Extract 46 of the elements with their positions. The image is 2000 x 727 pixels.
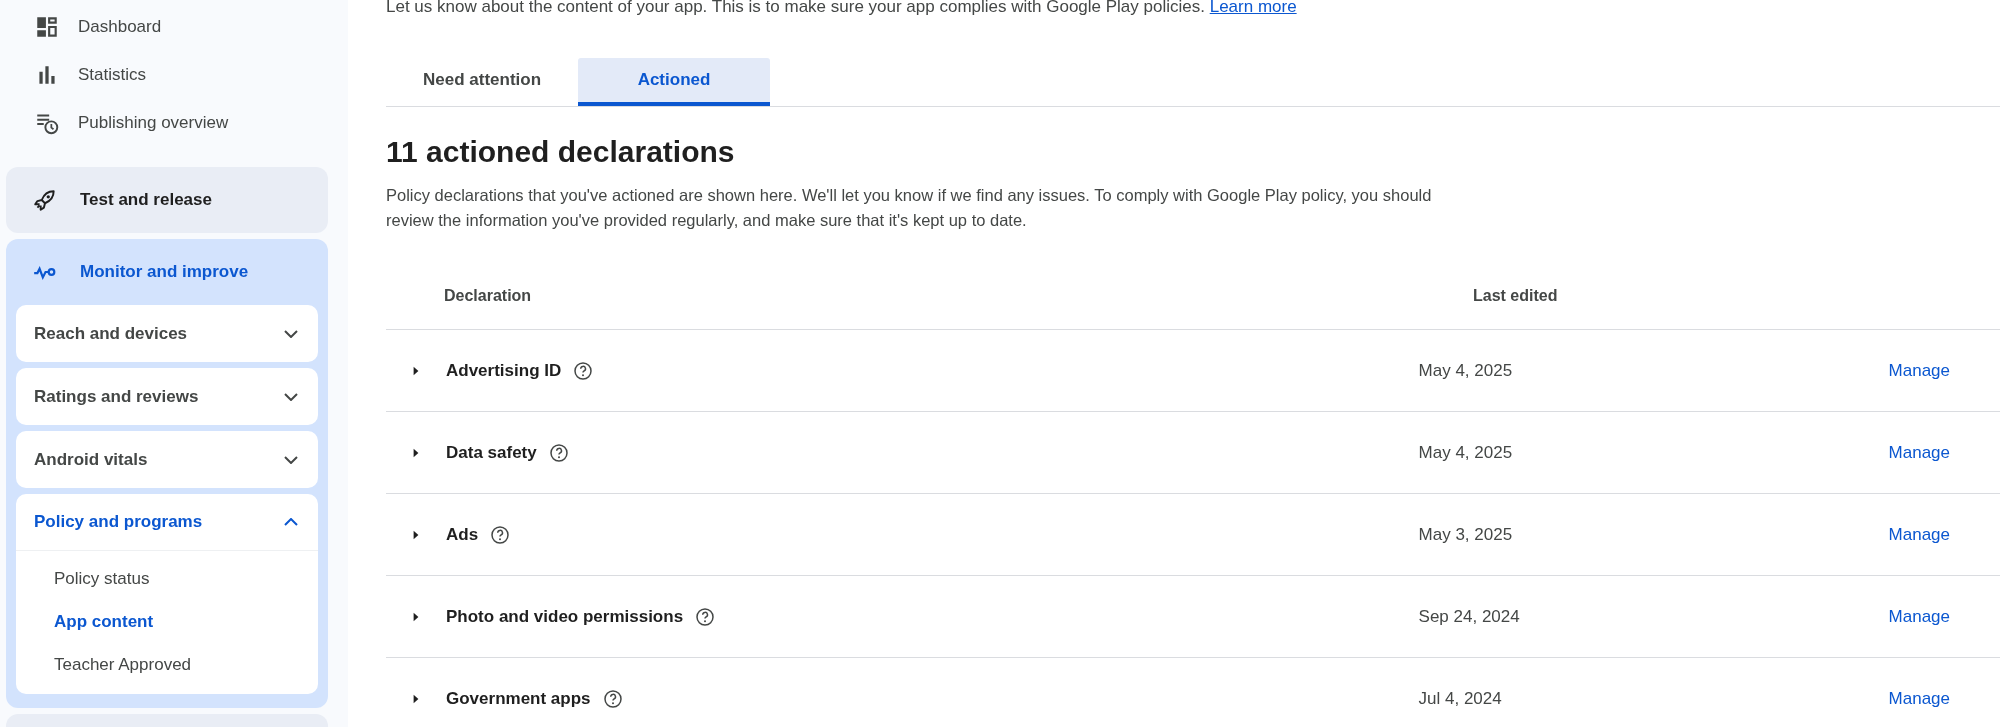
chevron-down-icon xyxy=(284,329,298,338)
nav-section-header[interactable]: Test and release xyxy=(6,167,328,233)
help-icon[interactable] xyxy=(548,442,569,463)
tab[interactable]: Need attention xyxy=(386,58,578,106)
declaration-name: Data safety xyxy=(446,442,537,463)
declaration-name: Government apps xyxy=(446,688,591,709)
help-icon[interactable] xyxy=(490,524,511,545)
declaration-name: Ads xyxy=(446,524,479,545)
manage-link[interactable]: Manage xyxy=(1888,688,1950,709)
nav-group-header[interactable]: Reach and devices xyxy=(16,305,318,362)
manage-link[interactable]: Manage xyxy=(1888,442,1950,463)
page-heading: 11 actioned declarations xyxy=(386,135,736,169)
learn-more-link[interactable]: Learn more xyxy=(1209,0,1297,16)
dashboard-icon xyxy=(34,14,60,40)
description-text: Policy declarations that you've actioned are shown here. We'll let you know if we find any issues. To comply with Google Play policy, you should review the information you've provided regularly, and make sure that it's kept up to date. xyxy=(386,185,1433,231)
nav-group-header[interactable]: Ratings and reviews xyxy=(16,368,318,425)
chevron-down-icon xyxy=(284,392,298,401)
declaration-name: Advertising ID xyxy=(446,360,562,381)
help-icon[interactable] xyxy=(602,688,623,709)
manage-link[interactable]: Manage xyxy=(1888,606,1950,627)
tab[interactable]: Actioned xyxy=(578,58,770,106)
declaration-name: Photo and video permissions xyxy=(446,606,684,627)
table-cell-text: May 3, 2025 xyxy=(1418,524,1514,545)
rocket-icon xyxy=(32,187,58,213)
nav-item[interactable]: Publishing overview xyxy=(6,99,328,147)
table-cell-text: Sep 24, 2024 xyxy=(1418,606,1521,627)
column-header: Declaration xyxy=(443,287,533,305)
help-icon[interactable] xyxy=(695,606,716,627)
nav-subitem[interactable]: Teacher Approved xyxy=(16,643,318,686)
nav-item[interactable]: Statistics xyxy=(6,51,328,99)
nav-subitem[interactable]: App content xyxy=(16,600,318,643)
manage-link[interactable]: Manage xyxy=(1888,524,1950,545)
manage-link[interactable]: Manage xyxy=(1888,360,1950,381)
table-cell-text: May 4, 2025 xyxy=(1418,442,1514,463)
nav-item[interactable]: Dashboard xyxy=(6,3,328,51)
table-cell-text: Jul 4, 2024 xyxy=(1418,688,1503,709)
nav-group-header[interactable]: Policy and programs xyxy=(16,494,318,551)
nav-section-header[interactable]: Monitor and improve xyxy=(6,239,328,305)
intro-text: Let us know about the content of your app. This is to make sure your app complies with Google Play policies. Learn more xyxy=(386,0,1298,18)
table-cell-text: May 4, 2025 xyxy=(1418,360,1514,381)
nav-subitem[interactable]: Policy status xyxy=(16,557,318,600)
help-icon[interactable] xyxy=(573,360,594,381)
chevron-down-icon xyxy=(284,455,298,464)
column-header: Last edited xyxy=(1473,287,1559,305)
nav-group-header[interactable]: Android vitals xyxy=(16,431,318,488)
chevron-up-icon xyxy=(284,518,298,526)
